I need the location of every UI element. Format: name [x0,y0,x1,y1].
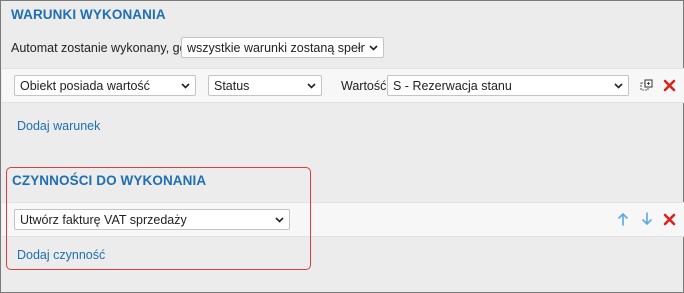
condition-row: Obiekt posiada wartość Status Wartość: S… [2,68,684,103]
arrow-down-icon[interactable] [639,211,655,227]
automat-condition-select[interactable]: wszystkie warunki zostaną spełnione [181,37,384,58]
chevron-down-icon [177,76,193,95]
automation-panel: WARUNKI WYKONANIA Automat zostanie wykon… [0,0,684,293]
automat-label: Automat zostanie wykonany, gdy [11,41,193,55]
condition-attribute-select[interactable]: Status [208,75,322,96]
chevron-down-icon [365,38,381,57]
delete-condition-icon[interactable] [661,77,677,93]
action-row: Utwórz fakturę VAT sprzedaży [2,202,684,237]
add-action-link[interactable]: Dodaj czynność [17,248,105,262]
chevron-down-icon [303,76,319,95]
condition-field-select[interactable]: Obiekt posiada wartość [14,75,196,96]
actions-section-title: CZYNNOŚCI DO WYKONANIA [12,173,207,188]
condition-value-value: S - Rezerwacja stanu [393,78,512,93]
conditions-section-title: WARUNKI WYKONANIA [11,7,166,22]
action-select[interactable]: Utwórz fakturę VAT sprzedaży [14,209,290,230]
condition-value-label: Wartość: [341,79,390,93]
chevron-down-icon [271,210,287,229]
delete-action-icon[interactable] [661,211,677,227]
condition-value-select[interactable]: S - Rezerwacja stanu [387,75,629,96]
arrow-up-icon[interactable] [615,211,631,227]
condition-attribute-value: Status [214,78,250,93]
automat-condition-value: wszystkie warunki zostaną spełnione [187,40,365,55]
chevron-down-icon [610,76,626,95]
action-select-value: Utwórz fakturę VAT sprzedaży [20,212,187,227]
clone-icon[interactable] [639,78,655,94]
condition-field-value: Obiekt posiada wartość [20,78,150,93]
add-condition-link[interactable]: Dodaj warunek [17,119,100,133]
